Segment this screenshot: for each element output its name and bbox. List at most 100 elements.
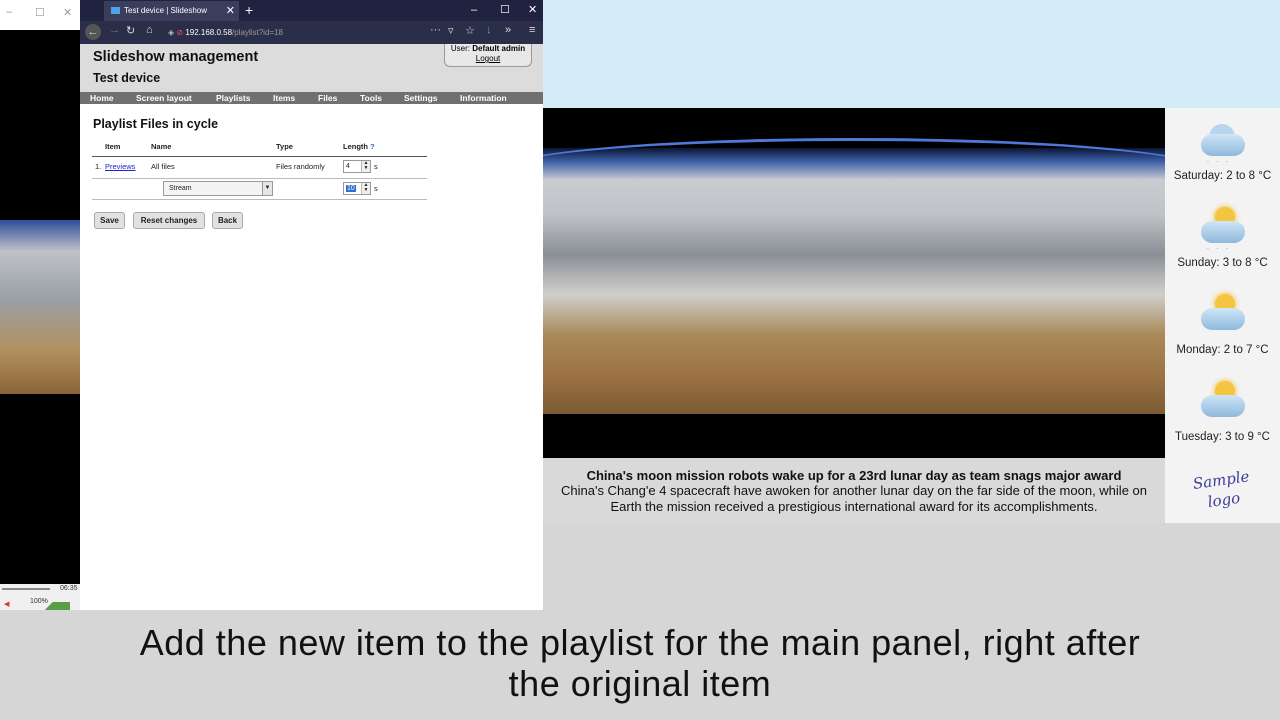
player-time: 06:35 <box>60 585 78 592</box>
length-unit: s <box>374 162 378 171</box>
user-label: User: <box>450 44 470 53</box>
address-bar[interactable]: ◈ ⊘ 192.168.0.58/playlist?id=18 <box>168 24 428 41</box>
spinner-icon[interactable]: ▲ ▼ <box>361 161 370 172</box>
player-status-bar: 06:35 ◀ 100% <box>0 584 80 610</box>
main-menu: Home Screen layout Playlists Items Files… <box>80 92 543 104</box>
row-type: Files randomly <box>276 162 325 171</box>
close-icon[interactable]: ✕ <box>63 6 72 19</box>
row-divider <box>92 199 427 200</box>
col-item-header: Item <box>105 142 121 151</box>
home-icon[interactable]: ⌂ <box>146 24 153 36</box>
pocket-icon[interactable]: ▿ <box>448 24 454 37</box>
menu-information[interactable]: Information <box>460 92 507 104</box>
user-box: User: Default admin Logout <box>444 44 532 67</box>
col-length-header: Length ? <box>343 142 375 151</box>
weather-panel: · · · Saturday: 2 to 8 °C · · · Sunday: … <box>1165 108 1280 458</box>
logo-panel: Sample logo <box>1165 458 1280 523</box>
minimize-icon[interactable]: – <box>6 6 12 18</box>
sun-cloud-icon <box>1193 292 1253 342</box>
save-button[interactable]: Save <box>94 212 125 229</box>
weather-label: Saturday: 2 to 8 °C <box>1173 170 1272 182</box>
display-bottom-area <box>543 523 1280 610</box>
page-heading: Playlist Files in cycle <box>93 117 219 131</box>
weather-label: Sunday: 3 to 8 °C <box>1177 257 1268 269</box>
display-top-area <box>543 0 1280 108</box>
length-input-row2[interactable]: 10 ▲ ▼ <box>343 182 371 195</box>
menu-screen-layout[interactable]: Screen layout <box>136 92 192 104</box>
menu-playlists[interactable]: Playlists <box>216 92 251 104</box>
atmosphere-line <box>543 138 1165 201</box>
browser-tab-bar: Test device | Slideshow ✕ + – ☐ ✕ <box>80 0 543 21</box>
row-index: 1. <box>95 162 102 171</box>
caption-line-1: Add the new item to the playlist for the… <box>139 622 1141 663</box>
web-page: Slideshow management Test device User: D… <box>80 44 543 610</box>
weather-day-3: Monday: 2 to 7 °C <box>1165 292 1280 356</box>
menu-settings[interactable]: Settings <box>404 92 438 104</box>
minimize-icon[interactable]: – <box>471 0 477 21</box>
menu-items[interactable]: Items <box>273 92 295 104</box>
length-input-row1[interactable]: 4 ▲ ▼ <box>343 160 371 173</box>
background-window-titlebar: – ☐ ✕ <box>0 0 80 30</box>
menu-tools[interactable]: Tools <box>360 92 382 104</box>
reset-changes-button[interactable]: Reset changes <box>133 212 205 229</box>
menu-files[interactable]: Files <box>318 92 337 104</box>
weather-day-4: Tuesday: 3 to 9 °C <box>1165 379 1280 443</box>
new-tab-icon[interactable]: + <box>245 0 253 21</box>
bookmark-star-icon[interactable]: ☆ <box>465 24 475 37</box>
close-tab-icon[interactable]: ✕ <box>226 1 235 21</box>
sun-cloud-icon <box>1193 379 1253 429</box>
insecure-lock-icon: ⊘ <box>176 28 184 37</box>
page-header: Slideshow management Test device User: D… <box>80 44 543 92</box>
news-ticker: China's moon mission robots wake up for … <box>543 458 1165 523</box>
overflow-icon[interactable]: » <box>505 24 511 36</box>
maximize-icon[interactable]: ☐ <box>500 0 510 21</box>
news-body: China's Chang'e 4 spacecraft have awoken… <box>561 483 1147 514</box>
volume-icon[interactable]: ◀ <box>4 600 9 608</box>
length-unit: s <box>374 184 378 193</box>
weather-label: Monday: 2 to 7 °C <box>1176 344 1269 356</box>
menu-home[interactable]: Home <box>90 92 114 104</box>
url-host: 192.168.0.58 <box>185 28 233 37</box>
news-title: China's moon mission robots wake up for … <box>586 468 1122 483</box>
back-icon[interactable]: ← <box>85 24 101 40</box>
browser-nav-bar: ← → ↻ ⌂ ◈ ⊘ 192.168.0.58/playlist?id=18 … <box>80 21 543 44</box>
page-actions-icon[interactable]: ··· <box>430 24 441 36</box>
logout-link[interactable]: Logout <box>445 54 531 64</box>
menu-icon[interactable]: ≡ <box>529 24 535 36</box>
url-path: /playlist?id=18 <box>232 28 283 37</box>
background-video-window: – ☐ ✕ 06:35 ◀ 100% <box>0 0 80 610</box>
back-button[interactable]: Back <box>212 212 243 229</box>
header-divider <box>92 156 427 157</box>
sample-logo: Sample logo <box>1191 467 1251 512</box>
spinner-icon[interactable]: ▲ ▼ <box>361 183 370 194</box>
tab-title: Test device | Slideshow <box>124 6 208 15</box>
app-title: Slideshow management <box>93 49 259 65</box>
main-video-panel <box>543 108 1165 458</box>
device-name: Test device <box>93 71 161 85</box>
close-window-icon[interactable]: ✕ <box>528 0 537 21</box>
tutorial-caption: Add the new item to the playlist for the… <box>0 610 1280 720</box>
reload-icon[interactable]: ↻ <box>126 24 135 37</box>
row-name: All files <box>151 162 175 171</box>
new-item-select[interactable]: Stream ▼ <box>163 181 273 196</box>
browser-tab[interactable]: Test device | Slideshow ✕ <box>104 1 239 21</box>
forward-icon[interactable]: → <box>109 24 120 36</box>
caption-line-2: the original item <box>508 663 772 704</box>
chevron-down-icon[interactable]: ▼ <box>262 182 272 195</box>
maximize-icon[interactable]: ☐ <box>35 6 45 19</box>
row-divider <box>92 178 427 179</box>
col-type-header: Type <box>276 142 293 151</box>
sun-rain-cloud-icon: · · · <box>1193 205 1253 255</box>
row-item-link[interactable]: Previews <box>105 162 135 171</box>
user-name: Default admin <box>472 44 526 53</box>
weather-day-2: · · · Sunday: 3 to 8 °C <box>1165 205 1280 269</box>
download-icon[interactable]: ↓ <box>486 24 492 36</box>
shield-icon: ◈ <box>168 28 175 37</box>
browser-window: Test device | Slideshow ✕ + – ☐ ✕ ← → ↻ … <box>80 0 543 610</box>
weather-day-1: · · · Saturday: 2 to 8 °C <box>1165 118 1280 182</box>
weather-label: Tuesday: 3 to 9 °C <box>1175 431 1270 443</box>
favicon-icon <box>111 7 120 14</box>
volume-slider[interactable] <box>28 602 70 610</box>
help-icon[interactable]: ? <box>370 142 375 151</box>
background-earth-frame <box>0 220 80 394</box>
